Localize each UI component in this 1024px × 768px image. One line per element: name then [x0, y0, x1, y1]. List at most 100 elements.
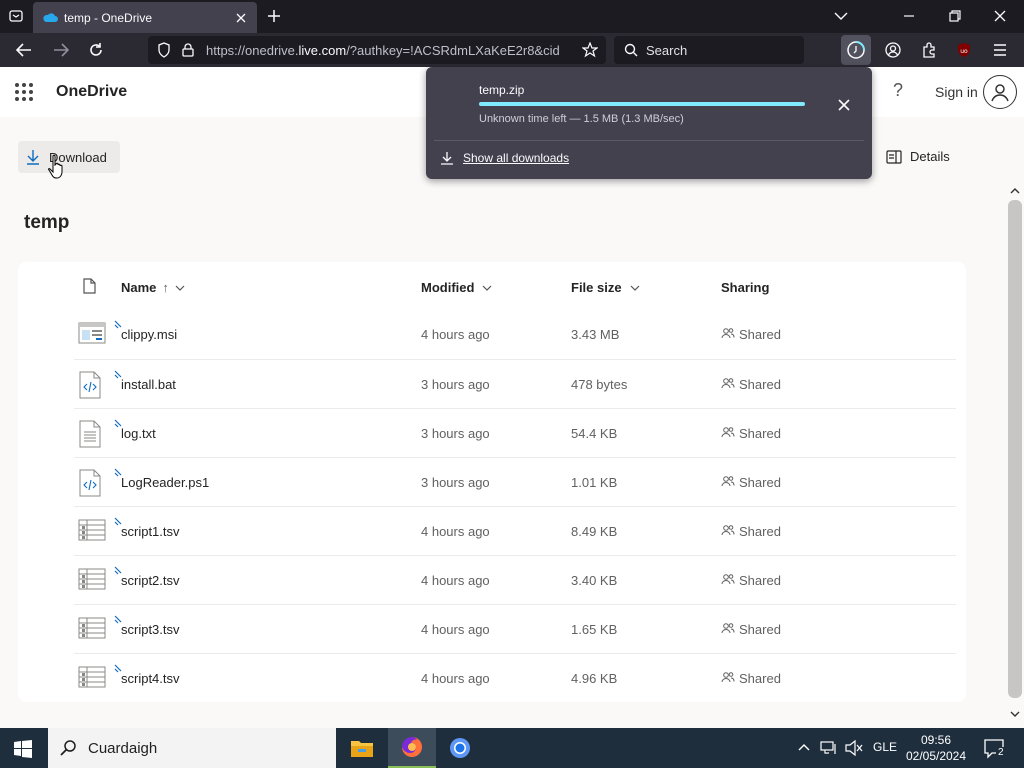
file-size: 3.40 KB — [571, 573, 618, 588]
column-header-modified[interactable]: Modified — [421, 280, 492, 295]
scroll-down-icon[interactable] — [1010, 711, 1020, 718]
chevron-down-icon — [630, 285, 640, 291]
table-row[interactable]: script1.tsv 4 hours ago 8.49 KB Shared — [74, 506, 956, 555]
search-bar[interactable]: Search — [614, 36, 804, 64]
lock-icon[interactable] — [180, 42, 196, 58]
column-header-sharing[interactable]: Sharing — [721, 280, 769, 295]
close-tab-icon[interactable] — [233, 10, 249, 26]
back-arrow-icon[interactable] — [14, 40, 34, 60]
bookmark-star-icon[interactable] — [581, 41, 599, 61]
people-icon — [721, 622, 735, 637]
file-size: 3.43 MB — [571, 327, 620, 342]
details-button[interactable]: Details — [886, 149, 950, 164]
close-window-icon[interactable] — [990, 6, 1010, 26]
file-modified: 4 hours ago — [421, 573, 490, 588]
clock-date: 02/05/2024 — [905, 749, 967, 763]
download-file-name[interactable]: temp.zip — [479, 83, 524, 97]
sharing-status[interactable]: Shared — [721, 327, 781, 342]
file-name[interactable]: script3.tsv — [121, 622, 180, 637]
file-modified: 4 hours ago — [421, 327, 490, 342]
menu-hamburger-icon[interactable] — [990, 40, 1010, 60]
help-icon[interactable]: ? — [893, 80, 903, 101]
notification-count: 2 — [996, 747, 1006, 758]
ublock-origin-icon[interactable]: uo — [954, 40, 974, 60]
cancel-download-icon[interactable] — [836, 97, 852, 113]
table-row[interactable]: script2.tsv 4 hours ago 3.40 KB Shared — [74, 555, 956, 604]
chevron-up-icon[interactable] — [797, 740, 811, 754]
clock-time: 09:56 — [920, 733, 952, 747]
file-name[interactable]: install.bat — [121, 377, 176, 392]
file-modified: 3 hours ago — [421, 475, 490, 490]
sharing-label: Shared — [739, 671, 781, 686]
browser-tab-active[interactable]: temp - OneDrive — [33, 2, 257, 33]
tab-list-icon[interactable] — [6, 6, 26, 26]
sharing-status[interactable]: Shared — [721, 524, 781, 539]
restore-icon[interactable] — [945, 6, 965, 26]
file-name[interactable]: script1.tsv — [121, 524, 180, 539]
chrome-icon[interactable] — [436, 728, 484, 768]
text-file-icon — [78, 420, 106, 448]
file-size: 1.01 KB — [571, 475, 618, 490]
downloads-button[interactable] — [841, 35, 871, 65]
column-header-name[interactable]: Name ↑ — [121, 280, 185, 295]
file-type-header-icon[interactable] — [82, 278, 96, 294]
file-name[interactable]: script4.tsv — [121, 671, 180, 686]
sort-ascending-icon: ↑ — [162, 280, 169, 295]
taskbar-search-box[interactable]: Cuardaigh — [48, 728, 336, 768]
sharing-status[interactable]: Shared — [721, 426, 781, 441]
file-name[interactable]: LogReader.ps1 — [121, 475, 209, 490]
table-row[interactable]: script4.tsv 4 hours ago 4.96 KB Shared — [74, 653, 956, 702]
table-row[interactable]: script3.tsv 4 hours ago 1.65 KB Shared — [74, 604, 956, 653]
browser-nav-bar: https://onedrive.live.com/?authkey=!ACSR… — [0, 33, 1024, 67]
address-bar[interactable]: https://onedrive.live.com/?authkey=!ACSR… — [148, 36, 606, 64]
file-name[interactable]: log.txt — [121, 426, 156, 441]
windows-start-icon[interactable] — [14, 740, 32, 758]
file-size: 478 bytes — [571, 377, 628, 392]
app-title[interactable]: OneDrive — [56, 83, 127, 101]
file-size: 8.49 KB — [571, 524, 618, 539]
msi-icon — [78, 321, 106, 347]
search-placeholder: Search — [646, 42, 688, 58]
show-all-downloads-button[interactable]: Show all downloads — [440, 151, 569, 165]
sign-in-link[interactable]: Sign in — [935, 84, 978, 100]
file-modified: 4 hours ago — [421, 671, 490, 686]
table-row[interactable]: LogReader.ps1 3 hours ago 1.01 KB Shared — [74, 457, 956, 506]
extensions-icon[interactable] — [919, 40, 939, 60]
download-arrow-icon — [27, 150, 39, 165]
download-button[interactable]: Download — [18, 141, 120, 173]
folder-title: temp — [24, 212, 70, 233]
minimize-icon[interactable] — [899, 6, 919, 26]
file-list: Name ↑ Modified File size Sharing clippy… — [18, 262, 966, 702]
file-name[interactable]: clippy.msi — [121, 327, 177, 342]
new-tab-icon[interactable] — [265, 7, 283, 25]
sharing-status[interactable]: Shared — [721, 622, 781, 637]
file-explorer-icon[interactable] — [338, 728, 386, 768]
sharing-status[interactable]: Shared — [721, 475, 781, 490]
scroll-up-icon[interactable] — [1010, 187, 1020, 194]
language-indicator[interactable]: GLE — [873, 740, 897, 754]
account-icon[interactable] — [883, 40, 903, 60]
reload-icon[interactable] — [86, 40, 106, 60]
onedrive-cloud-icon — [43, 12, 58, 22]
people-icon — [721, 475, 735, 490]
notification-center-icon[interactable]: 2 — [984, 739, 1008, 759]
chevron-down-icon[interactable] — [831, 6, 851, 26]
column-header-file-size[interactable]: File size — [571, 280, 640, 295]
file-name[interactable]: script2.tsv — [121, 573, 180, 588]
avatar-icon[interactable] — [983, 75, 1017, 109]
table-row[interactable]: log.txt 3 hours ago 54.4 KB Shared — [74, 408, 956, 457]
system-clock[interactable]: 09:56 02/05/2024 — [902, 732, 970, 764]
forward-arrow-icon[interactable] — [51, 40, 71, 60]
volume-muted-icon[interactable] — [845, 740, 863, 756]
app-launcher-waffle-icon[interactable] — [15, 83, 33, 101]
sharing-status[interactable]: Shared — [721, 377, 781, 392]
shield-icon[interactable] — [156, 42, 172, 58]
sharing-status[interactable]: Shared — [721, 671, 781, 686]
firefox-icon[interactable] — [388, 728, 436, 768]
table-row[interactable]: clippy.msi 4 hours ago 3.43 MB Shared — [74, 310, 956, 359]
network-icon[interactable] — [820, 740, 838, 756]
sharing-label: Shared — [739, 377, 781, 392]
table-row[interactable]: install.bat 3 hours ago 478 bytes Shared — [74, 359, 956, 408]
scrollbar-thumb[interactable] — [1008, 200, 1022, 698]
sharing-status[interactable]: Shared — [721, 573, 781, 588]
